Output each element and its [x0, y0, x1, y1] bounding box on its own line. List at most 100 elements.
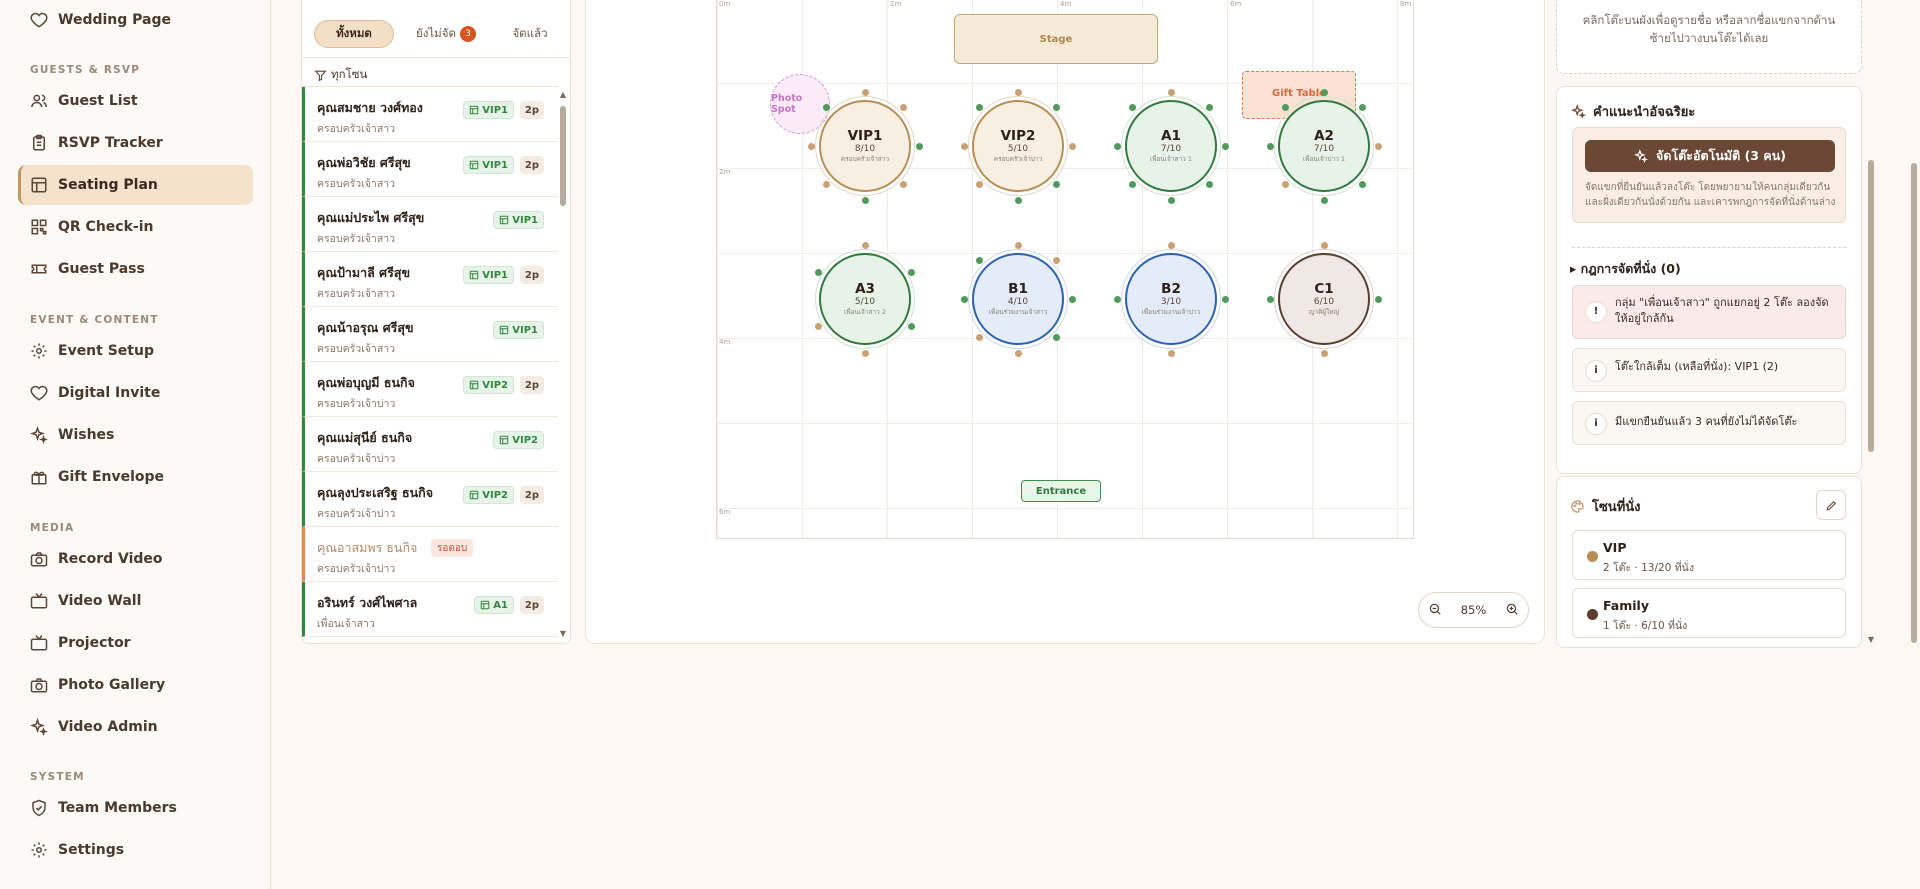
seat-dot[interactable]	[1374, 295, 1382, 303]
seat-dot[interactable]	[1358, 180, 1366, 188]
seat-dot[interactable]	[814, 268, 822, 276]
seat-dot[interactable]	[1167, 196, 1175, 204]
guest-row[interactable]: คุณป้ามาลี ศรีสุข ครอบครัวเจ้าสาว VIP1 2…	[302, 252, 558, 307]
sidebar-item-team-members[interactable]: Team Members	[18, 788, 253, 828]
table-b1[interactable]: B1 4/10 เพื่อนร่วมงานเจ้าสาว	[972, 253, 1064, 345]
seat-dot[interactable]	[1052, 104, 1060, 112]
table-a1[interactable]: A1 7/10 เพื่อนเจ้าสาว 1	[1125, 100, 1217, 192]
guest-row[interactable]: คุณพ่อบุญมี ธนกิจ ครอบครัวเจ้าบ่าว VIP2 …	[302, 362, 558, 417]
seat-dot[interactable]	[814, 322, 822, 330]
guest-row[interactable]: คุณแม่สุนีย์ ธนกิจ ครอบครัวเจ้าบ่าว VIP2	[302, 417, 558, 472]
guest-row[interactable]: คุณลุงประเสริฐ ธนกิจ ครอบครัวเจ้าบ่าว VI…	[302, 472, 558, 527]
sidebar-item-guest-list[interactable]: Guest List	[18, 81, 253, 121]
table-b2[interactable]: B2 3/10 เพื่อนร่วมงานเจ้าบ่าว	[1125, 253, 1217, 345]
seat-dot[interactable]	[1266, 142, 1274, 150]
guest-list-scrollbar[interactable]: ▲ ▼	[558, 90, 568, 638]
seat-dot[interactable]	[976, 333, 984, 341]
sidebar-item-record-video[interactable]: Record Video	[18, 539, 253, 579]
table-a3[interactable]: A3 5/10 เพื่อนเจ้าสาว 2	[819, 253, 911, 345]
seat-dot[interactable]	[1320, 196, 1328, 204]
table-a2[interactable]: A2 7/10 เพื่อนเจ้าบ่าว 1	[1278, 100, 1370, 192]
sidebar-item-projector[interactable]: Projector	[18, 623, 253, 663]
seat-dot[interactable]	[899, 104, 907, 112]
seat-dot[interactable]	[1014, 349, 1022, 357]
seat-dot[interactable]	[1068, 295, 1076, 303]
sidebar-item-photo-gallery[interactable]: Photo Gallery	[18, 665, 253, 705]
seat-dot[interactable]	[960, 142, 968, 150]
seat-dot[interactable]	[1167, 88, 1175, 96]
sidebar-item-video-admin[interactable]: Video Admin	[18, 707, 253, 747]
seat-dot[interactable]	[861, 88, 869, 96]
stage-zone[interactable]: Stage	[954, 14, 1158, 64]
seat-dot[interactable]	[1205, 104, 1213, 112]
sidebar-item-rsvp-tracker[interactable]: RSVP Tracker	[18, 123, 253, 163]
sidebar-item-guest-pass[interactable]: Guest Pass	[18, 249, 253, 289]
page-scrollbar[interactable]	[1908, 0, 1920, 648]
sidebar-item-seating-plan[interactable]: Seating Plan	[18, 165, 253, 205]
seat-dot[interactable]	[1320, 88, 1328, 96]
guest-row[interactable]: คุณอาสมพร ธนกิจ ครอบครัวเจ้าบ่าว รอตอบ	[302, 527, 558, 582]
seat-dot[interactable]	[1113, 295, 1121, 303]
guest-row[interactable]: อรินทร์ วงศ์ไพศาล เพื่อนเจ้าสาว A1 2p	[302, 582, 558, 637]
seat-dot[interactable]	[899, 180, 907, 188]
seat-dot[interactable]	[861, 241, 869, 249]
scroll-thumb[interactable]	[1911, 163, 1917, 643]
seat-dot[interactable]	[1205, 180, 1213, 188]
seat-dot[interactable]	[960, 295, 968, 303]
seat-dot[interactable]	[1052, 333, 1060, 341]
seat-dot[interactable]	[1221, 142, 1229, 150]
sidebar-item-settings[interactable]: Settings	[18, 830, 253, 870]
zone-filter[interactable]: ทุกโซน	[314, 66, 367, 84]
seat-dot[interactable]	[1221, 295, 1229, 303]
seat-dot[interactable]	[1113, 142, 1121, 150]
auto-assign-button[interactable]: จัดโต๊ะอัตโนมัติ (3 คน)	[1585, 140, 1835, 172]
scroll-down-icon[interactable]: ▼	[558, 629, 568, 638]
zoom-in-button[interactable]	[1505, 602, 1519, 619]
seat-dot[interactable]	[1068, 142, 1076, 150]
seat-dot[interactable]	[1374, 142, 1382, 150]
scroll-thumb[interactable]	[560, 106, 566, 206]
table-c1[interactable]: C1 6/10 ญาติผู้ใหญ่	[1278, 253, 1370, 345]
seat-dot[interactable]	[1282, 180, 1290, 188]
seat-dot[interactable]	[823, 180, 831, 188]
tab-assigned[interactable]: จัดแล้ว	[498, 20, 562, 48]
seat-dot[interactable]	[1320, 349, 1328, 357]
sidebar-item-qr-check-in[interactable]: QR Check-in	[18, 207, 253, 247]
seat-dot[interactable]	[908, 322, 916, 330]
seat-dot[interactable]	[908, 268, 916, 276]
seat-dot[interactable]	[1167, 349, 1175, 357]
seating-rules-toggle[interactable]: ▸ กฎการจัดที่นั่ง (0)	[1570, 259, 1681, 279]
tab-all[interactable]: ทั้งหมด	[314, 20, 394, 48]
table-vip2[interactable]: VIP2 5/10 ครอบครัวเจ้าบ่าว	[972, 100, 1064, 192]
seat-dot[interactable]	[1129, 180, 1137, 188]
zone-item-family[interactable]: Family 1 โต๊ะ · 6/10 ที่นั่ง	[1572, 588, 1846, 638]
sidebar-item-event-setup[interactable]: Event Setup	[18, 331, 253, 371]
seat-dot[interactable]	[861, 349, 869, 357]
sidebar-item-video-wall[interactable]: Video Wall	[18, 581, 253, 621]
table-vip1[interactable]: VIP1 8/10 ครอบครัวเจ้าสาว	[819, 100, 911, 192]
seat-dot[interactable]	[861, 196, 869, 204]
guest-row[interactable]: คุณพ่อวิชัย ศรีสุข ครอบครัวเจ้าสาว VIP1 …	[302, 142, 558, 197]
seat-dot[interactable]	[976, 180, 984, 188]
sidebar-item-gift-envelope[interactable]: Gift Envelope	[18, 457, 253, 497]
edit-zones-button[interactable]	[1816, 490, 1846, 520]
scroll-up-icon[interactable]: ▲	[558, 90, 568, 99]
scroll-thumb[interactable]	[1868, 160, 1874, 452]
sidebar-item-digital-invite[interactable]: Digital Invite	[18, 373, 253, 413]
seat-dot[interactable]	[1167, 241, 1175, 249]
zoom-out-button[interactable]	[1428, 602, 1442, 619]
zone-item-vip[interactable]: VIP 2 โต๊ะ · 13/20 ที่นั่ง	[1572, 530, 1846, 580]
seat-dot[interactable]	[1266, 295, 1274, 303]
seat-dot[interactable]	[1014, 241, 1022, 249]
guest-row[interactable]: คุณสมชาย วงศ์ทอง ครอบครัวเจ้าสาว VIP1 2p	[302, 87, 558, 142]
scroll-down-icon[interactable]: ▼	[1866, 635, 1876, 644]
seat-dot[interactable]	[1052, 257, 1060, 265]
sidebar-item-wishes[interactable]: Wishes	[18, 415, 253, 455]
guest-row[interactable]: คุณแม่ประไพ ศรีสุข ครอบครัวเจ้าสาว VIP1	[302, 197, 558, 252]
seat-dot[interactable]	[1014, 88, 1022, 96]
right-panel-scrollbar[interactable]: ▼	[1866, 0, 1876, 644]
seat-dot[interactable]	[1320, 241, 1328, 249]
seat-dot[interactable]	[807, 142, 815, 150]
guest-row[interactable]: คุณน้าอรุณ ศรีสุข ครอบครัวเจ้าสาว VIP1	[302, 307, 558, 362]
entrance-zone[interactable]: Entrance	[1021, 480, 1101, 502]
